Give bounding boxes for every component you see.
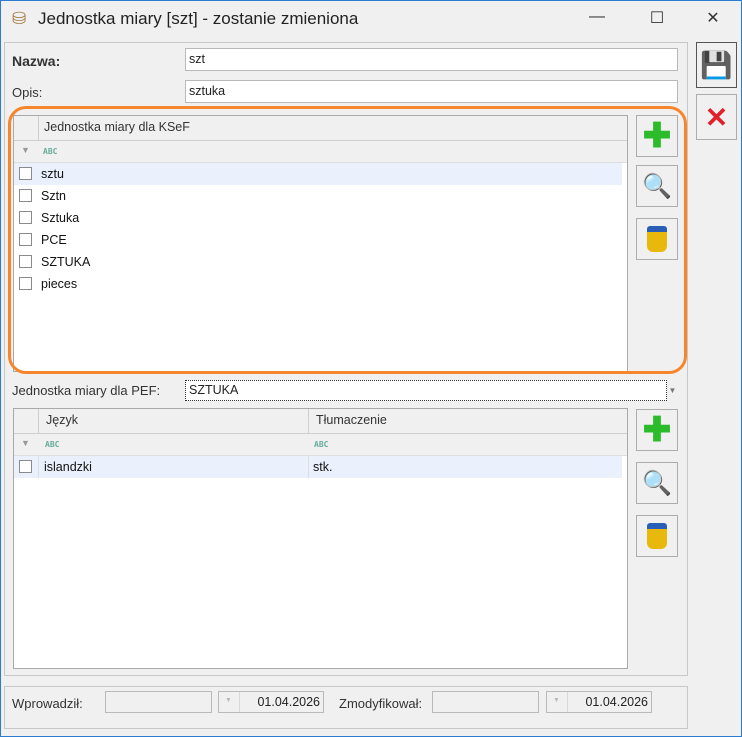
save-button[interactable]: 💾 <box>696 42 737 88</box>
close-x-icon: ✕ <box>704 101 729 133</box>
language-cell: islandzki <box>44 460 92 474</box>
cancel-button[interactable]: ✕ <box>696 94 737 140</box>
language-delete-button[interactable] <box>636 515 678 557</box>
plus-icon: ✚ <box>642 411 672 449</box>
close-button[interactable]: ✕ <box>698 8 728 28</box>
language-column-header[interactable]: Język <box>41 409 83 431</box>
language-add-button[interactable]: ✚ <box>636 409 678 451</box>
pef-select[interactable]: SZTUKA <box>185 380 667 401</box>
translation-column-header[interactable]: Tłumaczenie <box>311 409 392 431</box>
chevron-down-icon[interactable]: ▼ <box>667 380 678 401</box>
trash-icon <box>647 523 667 549</box>
nazwa-label: Nazwa: <box>12 53 61 69</box>
opis-input[interactable]: sztuka <box>185 80 678 103</box>
language-filter-row: ▼ ABC ABC <box>14 434 627 456</box>
pef-label: Jednostka miary dla PEF: <box>12 383 161 398</box>
row-checkbox[interactable] <box>19 460 32 473</box>
minimize-button[interactable]: — <box>582 8 612 26</box>
maximize-button[interactable]: ☐ <box>642 8 672 28</box>
window-title: Jednostka miary [szt] - zostanie zmienio… <box>38 9 359 28</box>
language-grid: Język Tłumaczenie ▼ ABC ABC islandzki st… <box>13 408 628 669</box>
chevron-down-icon: ▼ <box>225 697 232 704</box>
chevron-down-icon: ▼ <box>553 697 560 704</box>
language-row[interactable]: islandzki stk. <box>14 456 622 478</box>
modified-date: 01.04.2026 <box>585 695 648 709</box>
modified-date-field: ▼ 01.04.2026 <box>546 691 652 713</box>
language-edit-button[interactable]: 🔍 <box>636 462 678 504</box>
translation-cell: stk. <box>313 460 333 474</box>
entered-date-field: ▼ 01.04.2026 <box>218 691 324 713</box>
entered-label: Wprowadził: <box>12 696 83 711</box>
filter-icon[interactable]: ▼ <box>21 438 30 448</box>
entered-by-field <box>105 691 212 713</box>
nazwa-input[interactable]: szt <box>185 48 678 71</box>
abc-filter-icon[interactable]: ABC <box>314 440 328 449</box>
save-icon: 💾 <box>700 49 733 80</box>
magnifier-icon: 🔍 <box>642 469 672 497</box>
entered-date: 01.04.2026 <box>257 695 320 709</box>
app-icon: ⛁ <box>12 9 27 28</box>
modified-label: Zmodyfikował: <box>339 696 423 711</box>
modified-by-field <box>432 691 539 713</box>
opis-label: Opis: <box>12 85 43 100</box>
abc-filter-icon[interactable]: ABC <box>45 440 59 449</box>
highlight-frame <box>8 106 687 374</box>
